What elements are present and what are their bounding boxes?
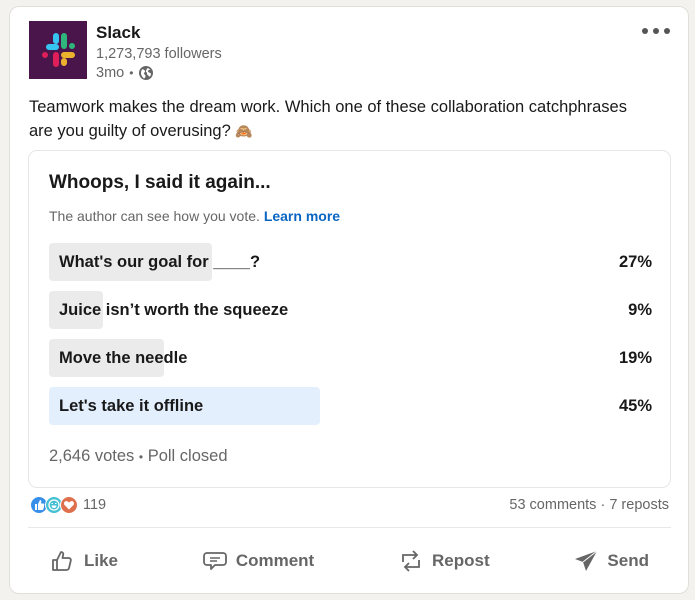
- more-horizontal-icon: [642, 28, 648, 34]
- see-no-evil-emoji-icon: 🙈: [235, 123, 253, 139]
- learn-more-link[interactable]: Learn more: [264, 208, 340, 224]
- poll-option-percent: 19%: [618, 349, 652, 367]
- vote-count[interactable]: 2,646 votes: [49, 447, 134, 465]
- post-meta: 3mo •: [96, 65, 154, 81]
- more-options-button[interactable]: [642, 23, 670, 39]
- poll-option-label: What's our goal for ____?: [59, 253, 261, 271]
- post-age: 3mo: [96, 65, 125, 81]
- like-button[interactable]: Like: [28, 540, 140, 582]
- author-name[interactable]: Slack: [96, 23, 140, 43]
- follower-count: 1,273,793 followers: [96, 46, 222, 62]
- poll-option-label: Move the needle: [59, 349, 188, 367]
- divider: [28, 527, 671, 528]
- love-reaction-icon: [60, 496, 78, 514]
- social-counts: 53 comments · 7 reposts: [509, 497, 669, 513]
- poll-option-label: Juice isn’t worth the squeeze: [59, 301, 289, 319]
- send-icon: [575, 550, 598, 571]
- comments-count[interactable]: 53 comments: [509, 497, 596, 513]
- reposts-count[interactable]: 7 reposts: [609, 497, 669, 513]
- poll: Whoops, I said it again... The author ca…: [28, 150, 671, 488]
- poll-option[interactable]: What's our goal for ____? 27%: [49, 243, 652, 281]
- poll-title: Whoops, I said it again...: [49, 172, 271, 193]
- poll-option-percent: 45%: [618, 397, 652, 415]
- send-button[interactable]: Send: [551, 540, 671, 582]
- slack-logo[interactable]: [29, 21, 87, 79]
- poll-option-percent: 9%: [628, 301, 652, 319]
- action-bar: Like Comment Repost Send: [28, 537, 671, 585]
- repost-button[interactable]: Repost: [376, 540, 512, 582]
- post-card: Slack 1,273,793 followers 3mo • Teamwork…: [9, 6, 689, 594]
- poll-option-label: Let's take it offline: [59, 397, 204, 415]
- post-text: Teamwork makes the dream work. Which one…: [29, 98, 627, 140]
- globe-icon: [138, 65, 154, 81]
- poll-privacy-note: The author can see how you vote. Learn m…: [49, 208, 341, 224]
- comment-icon: [202, 552, 227, 570]
- poll-status: Poll closed: [147, 447, 228, 465]
- slack-logo-icon: [42, 33, 75, 67]
- poll-footer: 2,646 votes • Poll closed: [49, 447, 228, 465]
- repost-icon: [402, 550, 420, 572]
- reaction-count: 119: [83, 497, 107, 513]
- poll-option[interactable]: Move the needle 19%: [49, 339, 652, 377]
- thumbs-up-icon: [52, 551, 72, 571]
- poll-option-percent: 27%: [618, 253, 652, 271]
- poll-option[interactable]: Juice isn’t worth the squeeze 9%: [49, 291, 652, 329]
- reactions-summary[interactable]: 119: [30, 496, 106, 514]
- separator: •: [129, 66, 134, 80]
- comment-button[interactable]: Comment: [180, 540, 336, 582]
- poll-option[interactable]: Let's take it offline 45%: [49, 387, 652, 425]
